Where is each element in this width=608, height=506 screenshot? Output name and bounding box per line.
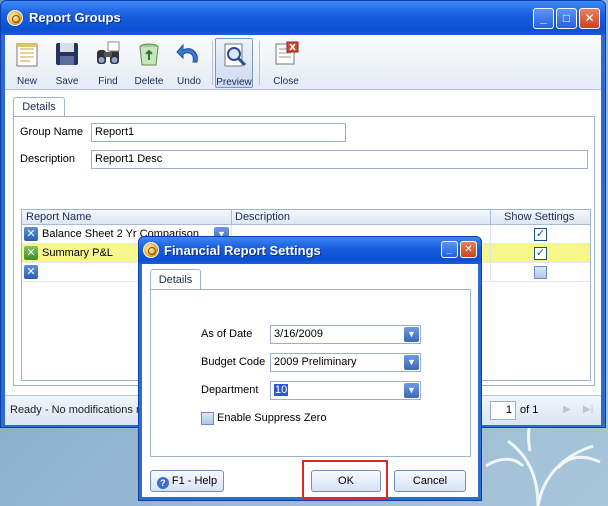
grid-header: Report Name Description Show Settings: [22, 210, 590, 225]
page-of-label: of 1: [520, 404, 538, 416]
group-name-label: Group Name: [20, 126, 83, 138]
binoculars-icon: [97, 41, 120, 64]
page-number-input[interactable]: 1: [490, 401, 516, 420]
as-of-date-value: 3/16/2009: [274, 328, 323, 340]
department-select[interactable]: 10 ▼: [270, 381, 421, 400]
cancel-button[interactable]: Cancel: [394, 470, 466, 492]
budget-code-select[interactable]: 2009 Preliminary ▼: [270, 353, 421, 372]
budget-code-label: Budget Code: [201, 356, 266, 368]
find-button[interactable]: Find: [89, 38, 127, 88]
help-icon: ?: [156, 477, 169, 489]
report-name-cell[interactable]: Summary P&L: [42, 247, 113, 259]
save-label: Save: [55, 76, 79, 87]
help-label: F1 - Help: [171, 475, 218, 487]
magnifier-document-icon: [224, 43, 247, 67]
ok-button[interactable]: OK: [311, 470, 381, 492]
department-label: Department: [201, 384, 259, 396]
dialog-tab-details[interactable]: Details: [150, 269, 201, 290]
undo-button[interactable]: Undo: [170, 38, 208, 88]
tab-details[interactable]: Details: [13, 97, 65, 117]
recycle-bin-icon: [139, 43, 159, 66]
maximize-button[interactable]: □: [556, 8, 577, 29]
column-divider: [231, 210, 232, 225]
dialog-client: Details As of Date 3/16/2009 ▼ Budget Co…: [142, 264, 478, 499]
next-page-icon[interactable]: ▶: [563, 404, 571, 415]
cell-divider: [490, 225, 491, 244]
close-window-button[interactable]: ✕: [579, 8, 600, 29]
help-button[interactable]: ? F1 - Help: [150, 470, 224, 492]
show-settings-checkbox[interactable]: [534, 266, 547, 279]
show-settings-checkbox[interactable]: ✓: [534, 247, 547, 260]
description-label: Description: [20, 153, 76, 165]
app-icon: [7, 10, 23, 26]
toolbar: New Save Find Delete Undo Preview Close: [5, 35, 601, 90]
financial-report-settings-dialog: Financial Report Settings _ ✕ Details As…: [138, 236, 482, 501]
dialog-close-button[interactable]: ✕: [460, 241, 477, 258]
show-settings-checkbox[interactable]: ✓: [534, 228, 547, 241]
dialog-footer: ? F1 - Help OK Cancel: [142, 460, 478, 499]
window-titlebar[interactable]: Report Groups _ □ ✕: [1, 1, 605, 35]
save-button[interactable]: Save: [48, 38, 86, 88]
undo-arrow-icon: [176, 43, 198, 63]
find-label: Find: [98, 76, 118, 87]
delete-button[interactable]: Delete: [130, 38, 168, 88]
page-total: 1: [532, 404, 539, 416]
column-header-show-settings[interactable]: Show Settings: [504, 211, 574, 223]
preview-button[interactable]: Preview: [215, 38, 253, 88]
chevron-down-icon[interactable]: ▼: [404, 383, 419, 398]
remove-row-icon[interactable]: ✕: [24, 265, 38, 279]
chevron-down-icon[interactable]: ▼: [404, 327, 419, 342]
dialog-titlebar[interactable]: Financial Report Settings _ ✕: [139, 237, 481, 264]
cell-divider: [490, 244, 491, 263]
new-document-icon: [16, 43, 38, 67]
budget-code-value: 2009 Preliminary: [274, 356, 357, 368]
group-name-input[interactable]: Report1: [91, 123, 346, 142]
new-label: New: [16, 76, 37, 87]
close-document-icon: [275, 41, 299, 65]
dialog-app-icon: [143, 242, 159, 258]
undo-label: Undo: [177, 76, 201, 87]
dialog-title: Financial Report Settings: [164, 243, 321, 258]
status-text: Ready - No modifications m: [10, 404, 146, 416]
preview-label: Preview: [216, 77, 252, 88]
remove-row-icon[interactable]: ✕: [24, 246, 38, 260]
toolbar-separator: [259, 41, 260, 85]
column-header-report-name[interactable]: Report Name: [26, 211, 91, 223]
cell-divider: [490, 263, 491, 282]
dialog-minimize-button[interactable]: _: [441, 241, 458, 258]
page-of-text: of: [520, 404, 530, 416]
suppress-zero-label: Enable Suppress Zero: [217, 412, 327, 424]
floppy-disk-icon: [56, 43, 78, 65]
close-label: Close: [273, 76, 299, 87]
minimize-button[interactable]: _: [533, 8, 554, 29]
toolbar-separator: [212, 41, 213, 85]
new-button[interactable]: New: [8, 38, 46, 88]
column-header-description[interactable]: Description: [235, 211, 290, 223]
department-value: 10: [274, 384, 289, 396]
last-page-icon[interactable]: ▶|: [583, 404, 593, 415]
as-of-date-picker[interactable]: 3/16/2009 ▼: [270, 325, 421, 344]
close-button[interactable]: Close: [267, 38, 305, 88]
column-divider: [490, 210, 491, 225]
chevron-down-icon[interactable]: ▼: [404, 355, 419, 370]
dialog-details-panel: As of Date 3/16/2009 ▼ Budget Code 2009 …: [150, 289, 471, 457]
remove-row-icon[interactable]: ✕: [24, 227, 38, 241]
suppress-zero-checkbox[interactable]: [201, 412, 214, 425]
delete-label: Delete: [134, 76, 164, 87]
window-title: Report Groups: [29, 10, 121, 25]
description-input[interactable]: Report1 Desc: [91, 150, 588, 169]
as-of-date-label: As of Date: [201, 328, 253, 340]
